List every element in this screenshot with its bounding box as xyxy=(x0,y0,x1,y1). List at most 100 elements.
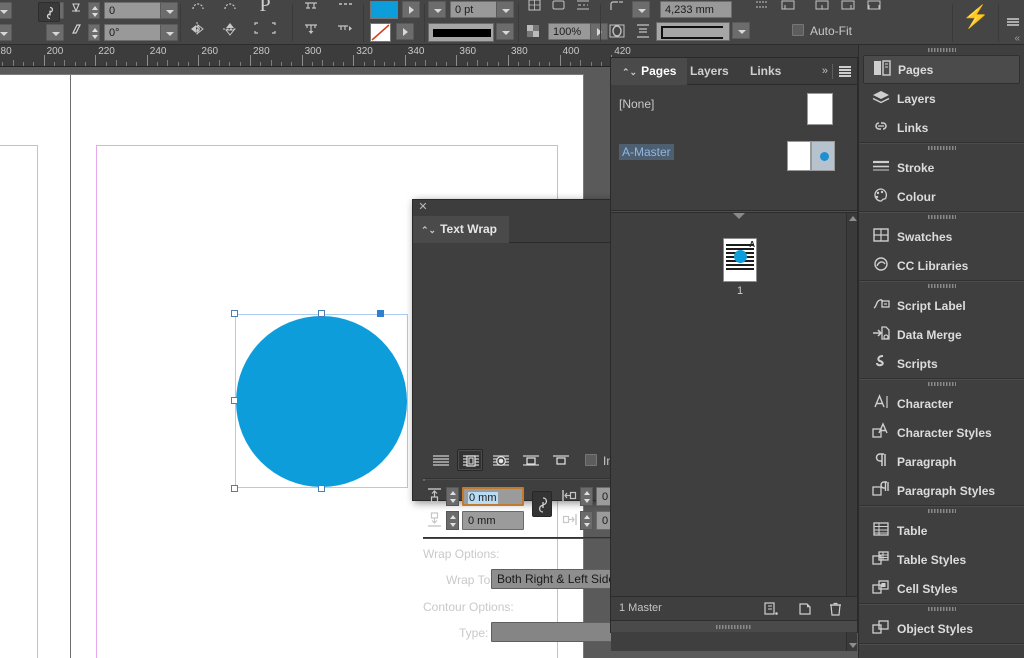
offset-top-stepper[interactable] xyxy=(446,487,459,506)
master-row-none[interactable]: [None] xyxy=(611,93,857,121)
align-top-icon[interactable] xyxy=(298,0,324,15)
reference-point-dropdown-bottom[interactable] xyxy=(0,24,12,41)
page-thumbnail-1[interactable]: A xyxy=(723,238,757,282)
offset-top-field[interactable]: 0 mm xyxy=(462,487,524,506)
tab-pages[interactable]: ⌃⌄Pages xyxy=(611,58,687,85)
dock-item-table[interactable]: Table xyxy=(859,516,1024,545)
corner-radius-field[interactable]: 4,233 mm xyxy=(660,1,732,18)
tab-layers[interactable]: Layers xyxy=(679,58,740,85)
delete-page-icon[interactable] xyxy=(827,601,844,617)
dock-group-grip[interactable] xyxy=(859,143,1024,153)
dock-item-paragraph[interactable]: Paragraph xyxy=(859,447,1024,476)
collapse-dock-icon[interactable]: « xyxy=(1014,33,1019,44)
fill-swatch[interactable] xyxy=(370,1,398,19)
selection-handle-top-right[interactable] xyxy=(377,310,384,317)
shear-icon[interactable] xyxy=(66,20,86,38)
selection-handle-top-center[interactable] xyxy=(318,310,325,317)
rotation-angle-field[interactable]: 0° xyxy=(104,24,164,41)
selection-handle-top-left[interactable] xyxy=(231,310,238,317)
master-thumbnail-a-left[interactable] xyxy=(787,141,811,171)
control-panel-menu-icon[interactable] xyxy=(1006,18,1020,28)
select-content-icon[interactable] xyxy=(248,20,282,36)
vertical-align-center-icon[interactable] xyxy=(632,22,654,40)
corner-preview-dropdown[interactable] xyxy=(732,22,750,39)
frame-fitting-options-icon[interactable] xyxy=(778,0,798,14)
shear-angle-dropdown[interactable] xyxy=(160,2,178,19)
stroke-swatch-none[interactable] xyxy=(370,23,391,42)
fit-content-proportionally-icon[interactable] xyxy=(524,0,544,14)
scale-percentage-field[interactable]: 100% xyxy=(548,23,594,40)
master-thumbnail-none[interactable] xyxy=(807,93,833,125)
master-row-a-master[interactable]: A-Master xyxy=(611,141,857,169)
dock-group-grip[interactable] xyxy=(859,604,1024,614)
close-icon[interactable]: ✕ xyxy=(417,201,429,213)
tab-links[interactable]: Links xyxy=(739,58,792,85)
select-previous-object-icon[interactable] xyxy=(298,20,324,38)
dock-item-layers[interactable]: Layers xyxy=(859,84,1024,113)
corner-options-icon[interactable] xyxy=(606,0,628,15)
dock-item-stroke[interactable]: Stroke xyxy=(859,153,1024,182)
pages-scrollbar[interactable] xyxy=(846,213,857,651)
dock-item-character[interactable]: Character xyxy=(859,389,1024,418)
dock-item-scripts[interactable]: Scripts xyxy=(859,349,1024,378)
dock-item-object-styles[interactable]: Object Styles xyxy=(859,614,1024,643)
new-master-icon[interactable] xyxy=(763,601,780,617)
frame-fit-content-icon[interactable] xyxy=(812,0,832,14)
pages-list[interactable]: A 1 xyxy=(611,213,857,651)
corner-shape-dropdown[interactable] xyxy=(632,1,650,18)
dock-item-script-label[interactable]: Script Label xyxy=(859,291,1024,320)
fill-swatch-dropdown[interactable] xyxy=(402,1,420,18)
dock-item-links[interactable]: Links xyxy=(859,113,1024,142)
dock-item-data-merge[interactable]: Data Merge xyxy=(859,320,1024,349)
wrap-mode-no-text-wrap[interactable] xyxy=(427,449,453,471)
constrain-proportions-toggle[interactable] xyxy=(38,2,60,22)
dock-group-grip[interactable] xyxy=(859,379,1024,389)
flip-horizontal-icon[interactable] xyxy=(186,20,210,38)
stroke-weight-dropdown[interactable] xyxy=(496,1,514,18)
vertical-scale-icon[interactable] xyxy=(66,0,86,16)
dock-item-swatches[interactable]: Swatches xyxy=(859,222,1024,251)
wrap-mode-jump-object[interactable] xyxy=(517,449,543,471)
offset-left-stepper[interactable] xyxy=(580,487,593,506)
offset-bottom-field[interactable]: 0 mm xyxy=(462,511,524,530)
shear-angle-field[interactable]: 0 xyxy=(104,2,164,19)
select-next-object-icon[interactable] xyxy=(332,20,358,38)
stroke-style-preview[interactable] xyxy=(428,23,494,42)
dock-group-grip[interactable] xyxy=(859,281,1024,291)
pages-panel-resize-grip[interactable] xyxy=(611,620,857,632)
distribute-spacing-icon[interactable] xyxy=(332,0,358,15)
dock-item-pages[interactable]: Pages xyxy=(863,55,1020,84)
height-unit-dropdown[interactable] xyxy=(46,24,64,41)
scroll-up-icon[interactable] xyxy=(849,216,857,221)
stroke-swatch-dropdown[interactable] xyxy=(396,23,414,40)
rotate-90-cw-icon[interactable] xyxy=(218,0,242,16)
selection-handle-bottom-center[interactable] xyxy=(318,485,325,492)
selection-handle-middle-left[interactable] xyxy=(231,397,238,404)
stroke-type-dropdown[interactable] xyxy=(428,1,446,18)
tab-text-wrap[interactable]: ⌃⌄Text Wrap xyxy=(413,216,509,243)
fit-frame-to-content-icon[interactable] xyxy=(572,0,594,14)
span-columns-icon[interactable] xyxy=(752,0,772,14)
rotation-stepper-top[interactable] xyxy=(88,2,100,19)
dock-group-grip[interactable] xyxy=(859,45,1024,55)
masters-list[interactable]: [None] A-Master xyxy=(611,85,857,210)
make-all-settings-same-icon[interactable] xyxy=(532,491,552,517)
rotation-stepper-bottom[interactable] xyxy=(88,24,100,41)
dock-group-grip[interactable] xyxy=(859,212,1024,222)
dock-item-character-styles[interactable]: Character Styles xyxy=(859,418,1024,447)
fill-frame-proportionally-icon[interactable] xyxy=(548,0,568,14)
rotate-90-ccw-icon[interactable] xyxy=(186,0,210,16)
frame-fill-content-icon[interactable] xyxy=(864,0,884,14)
dock-item-cell-styles[interactable]: Cell Styles xyxy=(859,574,1024,603)
scale-proxy-icon[interactable] xyxy=(524,22,543,41)
select-container-icon[interactable]: P xyxy=(248,0,282,14)
stroke-weight-field[interactable]: 0 pt xyxy=(450,1,500,18)
dock-item-cc-libraries[interactable]: CC Libraries xyxy=(859,251,1024,280)
wrap-to-select[interactable]: Both Right & Left Sides xyxy=(491,569,628,589)
selection-handle-bottom-left[interactable] xyxy=(231,485,238,492)
wrap-mode-bounding-box[interactable] xyxy=(457,449,483,471)
flip-vertical-icon[interactable] xyxy=(218,20,242,38)
more-tabs-icon[interactable]: » xyxy=(822,65,827,77)
text-wrap-object-icon[interactable] xyxy=(606,22,628,40)
wrap-mode-jump-next-column[interactable] xyxy=(547,449,573,471)
